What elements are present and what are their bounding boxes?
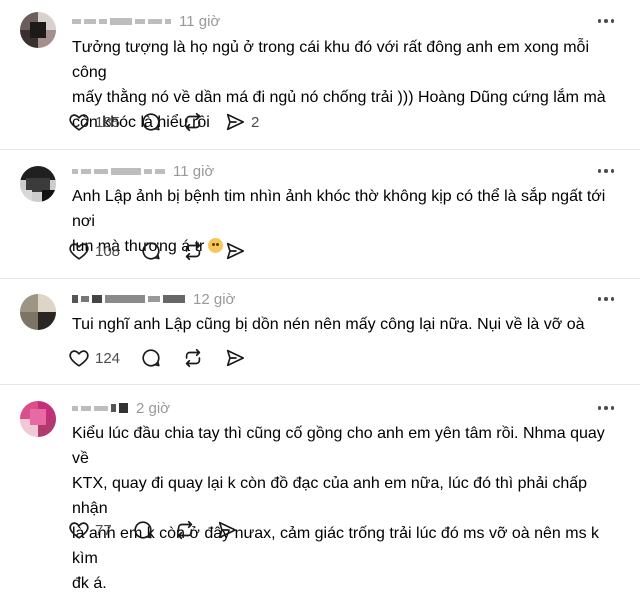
reply-button[interactable] (132, 519, 154, 541)
more-dots-icon[interactable] (596, 398, 616, 418)
share-button[interactable] (224, 240, 246, 262)
post-timestamp: 11 giờ (179, 12, 221, 30)
username-blurred[interactable] (72, 14, 171, 28)
like-button[interactable]: 77 (68, 519, 112, 541)
comment-bubble-icon (134, 521, 152, 539)
more-dots-icon[interactable] (596, 11, 616, 31)
post-text: Tui nghĩ anh Lập cũng bị dồn nén nên mấy… (72, 316, 585, 333)
reply-button[interactable] (140, 240, 162, 262)
more-dots-icon[interactable] (596, 289, 616, 309)
share-button[interactable]: 2 (224, 111, 259, 133)
post-timestamp: 12 giờ (193, 290, 236, 308)
repost-icon (185, 112, 201, 132)
avatar[interactable] (20, 12, 56, 48)
repost-button[interactable] (182, 240, 204, 262)
like-button[interactable]: 185 (68, 111, 120, 133)
like-count: 185 (95, 113, 121, 131)
share-send-icon (226, 242, 245, 260)
comment-bubble-icon (142, 113, 160, 131)
post-actions: 108 (68, 239, 266, 263)
post-actions: 77 (68, 518, 258, 542)
post-timestamp: 2 giờ (136, 399, 171, 417)
share-button[interactable] (224, 347, 246, 369)
like-count: 124 (95, 349, 121, 367)
post-divider (0, 384, 640, 385)
repost-button[interactable] (182, 111, 204, 133)
post-divider (0, 278, 640, 279)
repost-icon (177, 520, 192, 540)
heart-icon (69, 243, 89, 260)
repost-icon (185, 241, 201, 261)
like-button[interactable]: 108 (68, 240, 120, 262)
more-dots-icon[interactable] (596, 161, 616, 181)
avatar[interactable] (20, 166, 56, 202)
username-blurred[interactable] (72, 164, 165, 178)
heart-icon (69, 522, 89, 539)
share-send-icon (226, 113, 245, 131)
post-divider (0, 149, 640, 150)
reply-button[interactable] (140, 347, 162, 369)
heart-icon (69, 350, 89, 367)
repost-button[interactable] (174, 519, 196, 541)
post-text: Kiểu lúc đầu chia tay thì cũng cố gồng c… (72, 425, 605, 592)
comment-bubble-icon (142, 242, 160, 260)
username-blurred[interactable] (72, 401, 128, 415)
share-count: 2 (251, 113, 260, 131)
post-actions: 124 (68, 346, 266, 370)
reply-button[interactable] (140, 111, 162, 133)
repost-icon (185, 348, 201, 368)
like-button[interactable]: 124 (68, 347, 120, 369)
share-button[interactable] (216, 519, 238, 541)
post-timestamp: 11 giờ (173, 162, 215, 180)
comment-bubble-icon (142, 349, 160, 367)
avatar[interactable] (20, 401, 56, 437)
post-actions: 185 2 (68, 110, 279, 134)
like-count: 108 (95, 242, 121, 260)
share-send-icon (226, 349, 245, 367)
repost-button[interactable] (182, 347, 204, 369)
avatar[interactable] (20, 294, 56, 330)
heart-icon (69, 114, 89, 131)
like-count: 77 (95, 521, 112, 539)
threads-reply-feed: 11 giờ Tưởng tượng là họ ngủ ở trong cái… (0, 0, 640, 592)
username-blurred[interactable] (72, 292, 185, 306)
share-send-icon (218, 521, 236, 539)
